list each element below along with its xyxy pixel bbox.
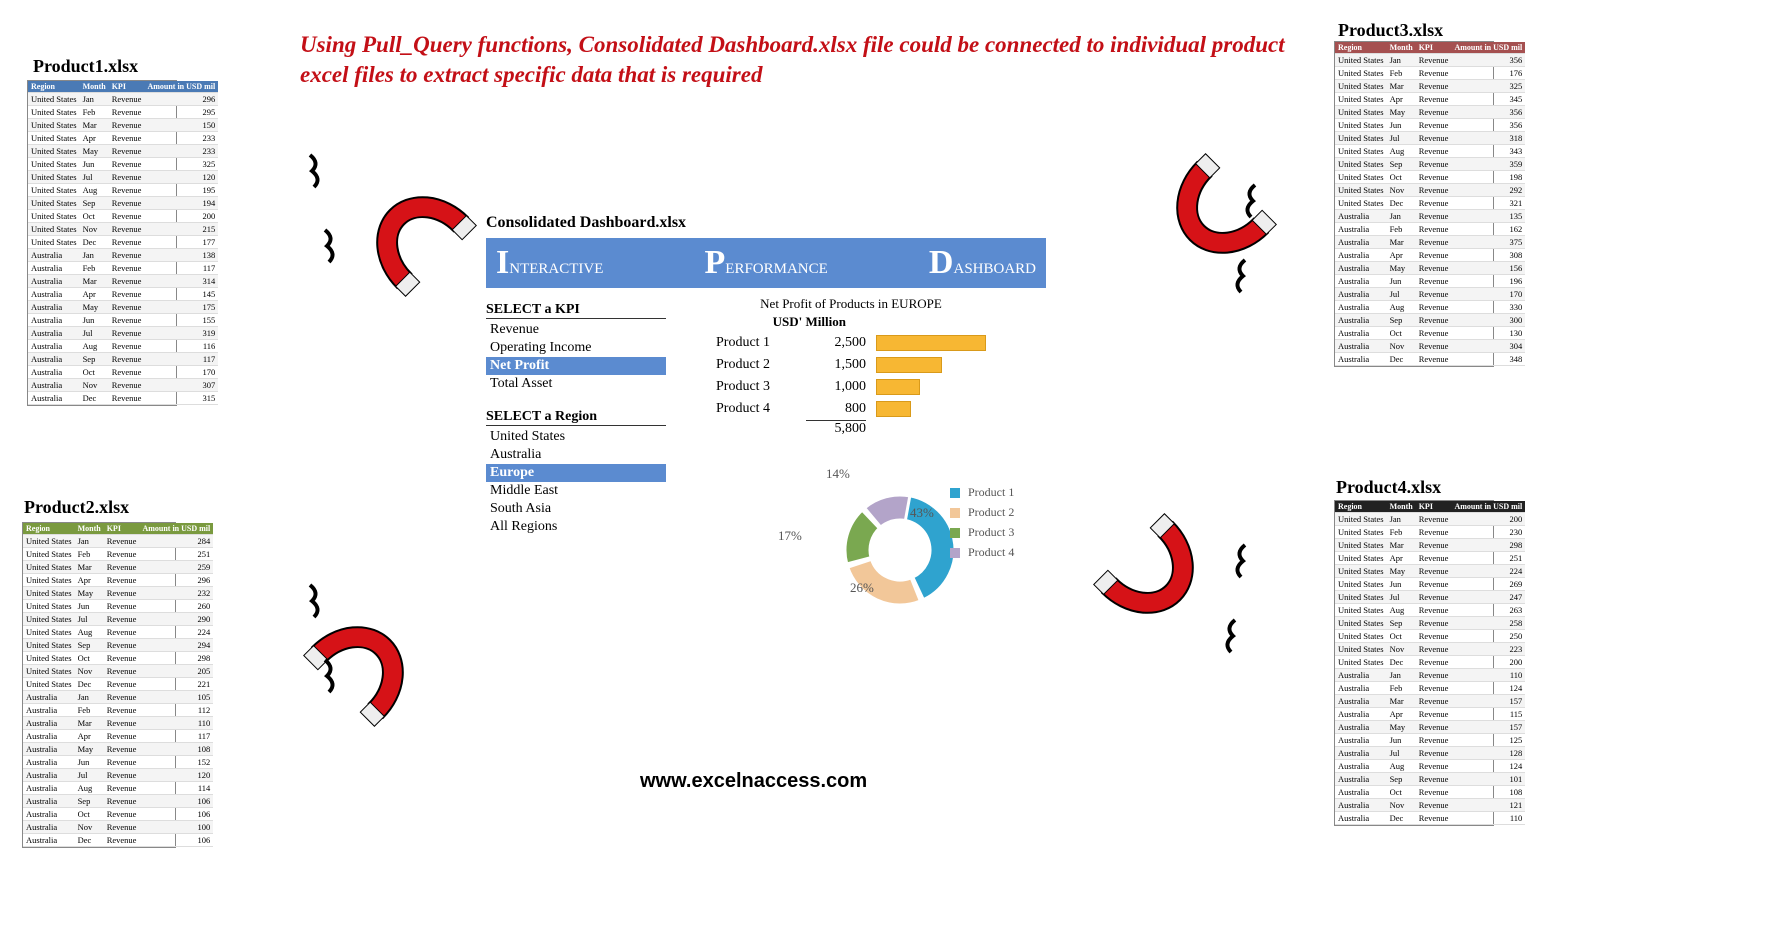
chart-unit: USD' Million xyxy=(716,314,986,330)
pct-label-4: 14% xyxy=(826,466,850,482)
region-item[interactable]: United States xyxy=(486,428,666,446)
legend-item: Product 3 xyxy=(950,525,1014,540)
region-item[interactable]: Australia xyxy=(486,446,666,464)
kpi-item[interactable]: Revenue xyxy=(486,321,666,339)
pct-label-2: 26% xyxy=(850,580,874,596)
mini-sheet-product1: RegionMonthKPIAmount in USD milUnited St… xyxy=(27,80,177,406)
chart-title: Net Profit of Products in EUROPE xyxy=(716,296,986,312)
bar-chart: Product 12,500Product 21,500Product 31,0… xyxy=(716,332,986,420)
magnet-icon xyxy=(290,110,490,310)
mini-sheet-product3: RegionMonthKPIAmount in USD milUnited St… xyxy=(1334,41,1494,367)
donut-chart xyxy=(760,450,1080,650)
region-item[interactable]: South Asia xyxy=(486,500,666,518)
mini-sheet-product4: RegionMonthKPIAmount in USD milUnited St… xyxy=(1334,500,1494,826)
bar-total: 5,800 xyxy=(806,420,866,437)
legend-item: Product 2 xyxy=(950,505,1014,520)
headline-text: Using Pull_Query functions, Consolidated… xyxy=(300,30,1300,90)
legend-item: Product 4 xyxy=(950,545,1014,560)
site-url: www.excelnaccess.com xyxy=(640,770,867,793)
bar-row: Product 21,500 xyxy=(716,354,986,376)
banner-word-3: Dashboard xyxy=(929,244,1036,282)
kpi-list: RevenueOperating IncomeNet ProfitTotal A… xyxy=(486,321,666,393)
region-list: United StatesAustraliaEuropeMiddle EastS… xyxy=(486,428,666,536)
dashboard-banner: Interactive Performance Dashboard xyxy=(486,238,1046,288)
magnet-icon xyxy=(1080,500,1280,700)
kpi-header: SELECT a KPI xyxy=(486,302,666,319)
file-label-product1: Product1.xlsx xyxy=(33,56,138,77)
kpi-item[interactable]: Operating Income xyxy=(486,339,666,357)
bar-row: Product 31,000 xyxy=(716,376,986,398)
region-item[interactable]: Europe xyxy=(486,464,666,482)
legend-item: Product 1 xyxy=(950,485,1014,500)
bar-row: Product 12,500 xyxy=(716,332,986,354)
banner-word-1: Interactive xyxy=(496,244,603,282)
kpi-item[interactable]: Net Profit xyxy=(486,357,666,375)
mini-sheet-product2: RegionMonthKPIAmount in USD milUnited St… xyxy=(22,522,176,848)
dashboard-filename: Consolidated Dashboard.xlsx xyxy=(486,214,686,232)
file-label-product3: Product3.xlsx xyxy=(1338,20,1443,41)
pct-label-1: 43% xyxy=(910,505,934,521)
kpi-item[interactable]: Total Asset xyxy=(486,375,666,393)
region-item[interactable]: Middle East xyxy=(486,482,666,500)
bar-row: Product 4800 xyxy=(716,398,986,420)
donut-legend: Product 1 Product 2 Product 3 Product 4 xyxy=(950,480,1014,565)
region-item[interactable]: All Regions xyxy=(486,518,666,536)
banner-word-2: Performance xyxy=(705,244,828,282)
magnet-icon xyxy=(1090,140,1290,340)
magnet-icon xyxy=(290,540,490,740)
file-label-product2: Product2.xlsx xyxy=(24,497,129,518)
region-header: SELECT a Region xyxy=(486,409,666,426)
file-label-product4: Product4.xlsx xyxy=(1336,477,1441,498)
pct-label-3: 17% xyxy=(778,528,802,544)
